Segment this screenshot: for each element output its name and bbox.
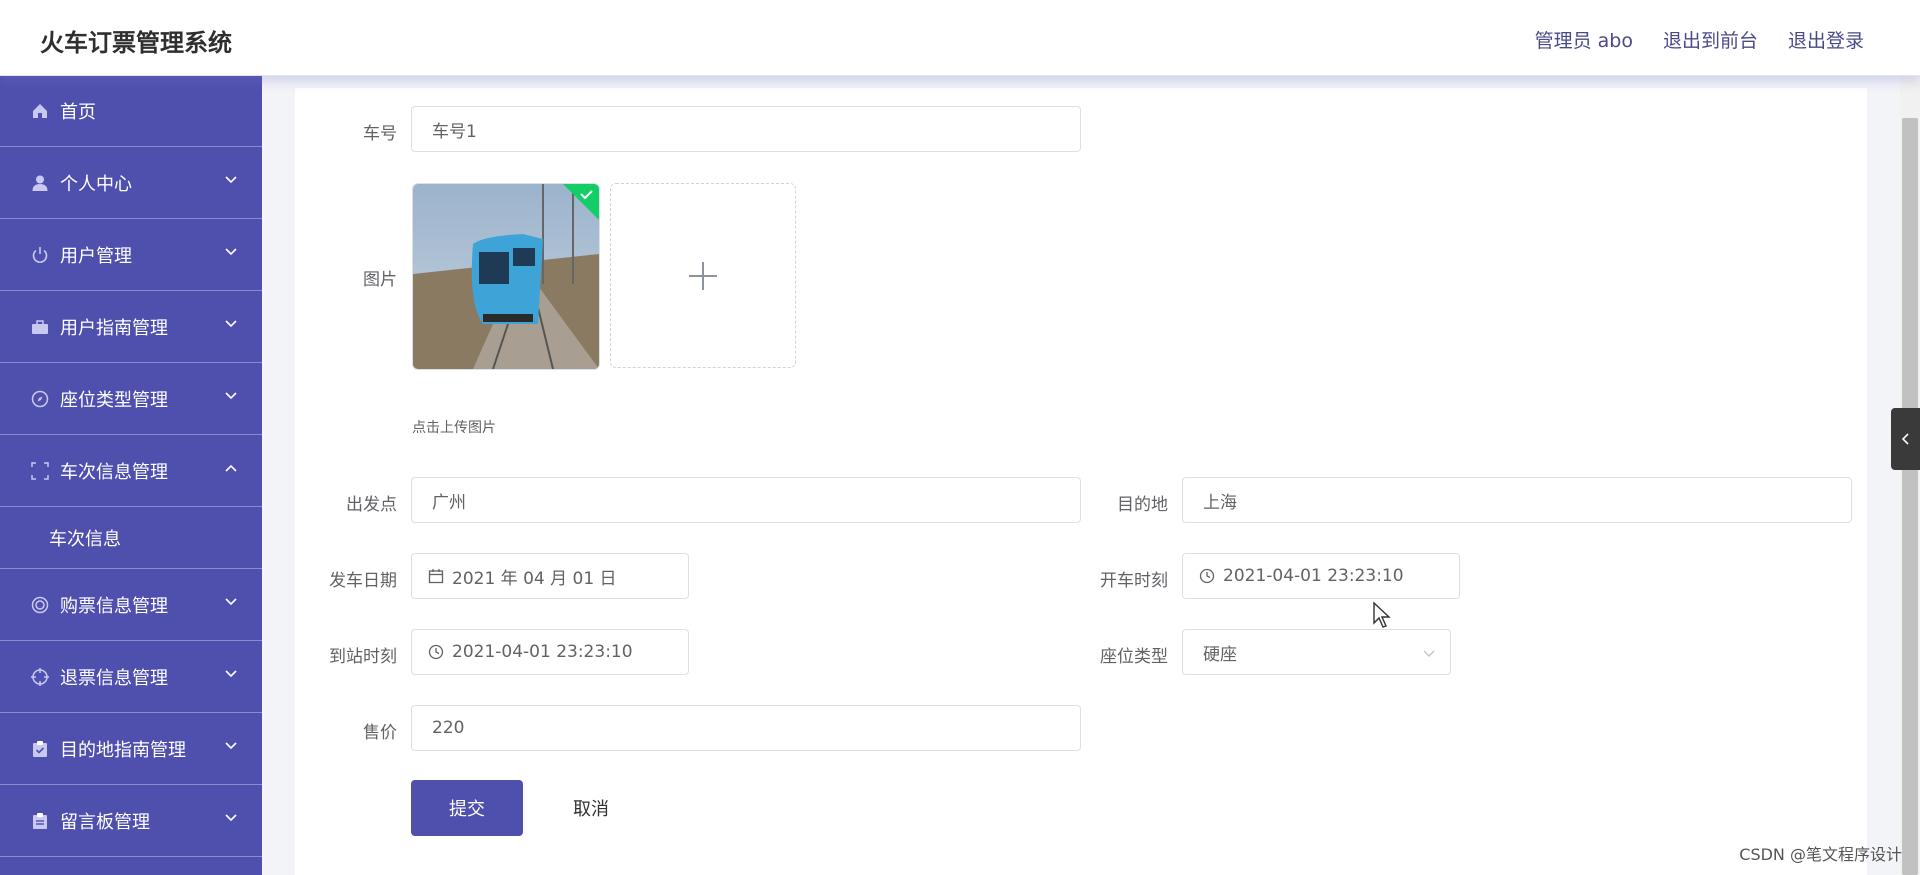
top-header: 火车订票管理系统 管理员 abo 退出到前台 退出登录 [0, 0, 1920, 76]
clock-icon [428, 644, 444, 660]
sidebar-item-ticket-purchase[interactable]: 购票信息管理 [0, 569, 262, 641]
sidebar-item-refund[interactable]: 退票信息管理 [0, 641, 262, 713]
chevron-down-icon [225, 392, 237, 400]
sidebar-item-profile[interactable]: 个人中心 [0, 147, 262, 219]
sidebar-item-user-guide[interactable]: 用户指南管理 [0, 291, 262, 363]
notepad-icon [30, 811, 50, 831]
arrive-time-label: 到站时刻 [329, 647, 397, 667]
logout-link[interactable]: 退出登录 [1788, 26, 1864, 53]
ring-icon [30, 595, 50, 615]
arrive-time-value: 2021-04-01 23:23:10 [452, 642, 633, 662]
user-icon [30, 173, 50, 193]
chevron-down-icon [225, 814, 237, 822]
watermark: CSDN @笔文程序设计 [1739, 845, 1902, 864]
sidebar-item-home[interactable]: 首页 [0, 75, 262, 147]
chevron-down-icon [225, 742, 237, 750]
sidebar-item-label: 首页 [60, 101, 96, 123]
departure-value: 广州 [432, 492, 466, 513]
price-value: 220 [432, 718, 465, 738]
frame-icon [30, 461, 50, 481]
chevron-down-icon [225, 176, 237, 184]
submenu-item-train-info[interactable]: 车次信息 [0, 507, 262, 569]
seat-type-value: 硬座 [1203, 644, 1237, 665]
chevron-down-icon [225, 320, 237, 328]
calendar-icon [428, 568, 444, 584]
sidebar-item-seat-type[interactable]: 座位类型管理 [0, 363, 262, 435]
plus-icon [689, 261, 717, 290]
cancel-button[interactable]: 取消 [545, 780, 637, 836]
clock-icon [1199, 568, 1215, 584]
chevron-down-icon [225, 248, 237, 256]
page-scrollbar-thumb[interactable] [1902, 118, 1918, 875]
image-label: 图片 [363, 270, 397, 290]
departure-input[interactable]: 广州 [411, 477, 1081, 523]
depart-date-value: 2021 年 04 月 01 日 [452, 568, 617, 589]
seat-type-label: 座位类型 [1100, 647, 1168, 667]
price-input[interactable]: 220 [411, 705, 1081, 751]
upload-hint: 点击上传图片 [412, 420, 496, 436]
chevron-left-icon [1901, 433, 1909, 445]
chevron-down-icon [225, 598, 237, 606]
depart-date-label: 发车日期 [329, 571, 397, 591]
app-title: 火车订票管理系统 [40, 29, 232, 57]
departure-label: 出发点 [346, 495, 397, 515]
sidebar-item-users[interactable]: 用户管理 [0, 219, 262, 291]
submit-button[interactable]: 提交 [411, 780, 523, 836]
start-time-picker[interactable]: 2021-04-01 23:23:10 [1182, 553, 1460, 599]
train-no-value: 车号1 [432, 121, 477, 142]
sidebar-item-destination-guide[interactable]: 目的地指南管理 [0, 713, 262, 785]
destination-label: 目的地 [1117, 495, 1168, 515]
chevron-up-icon [225, 464, 237, 472]
sidebar-item-train-info[interactable]: 车次信息管理 [0, 435, 262, 507]
back-to-front-link[interactable]: 退出到前台 [1663, 26, 1758, 53]
train-no-label: 车号 [363, 124, 397, 144]
destination-value: 上海 [1203, 492, 1237, 513]
chevron-down-icon [225, 670, 237, 678]
header-actions: 管理员 abo 退出到前台 退出登录 [1535, 26, 1864, 53]
start-time-label: 开车时刻 [1100, 571, 1168, 591]
side-panel-toggle[interactable] [1891, 408, 1920, 470]
destination-input[interactable]: 上海 [1182, 477, 1852, 523]
arrive-time-picker[interactable]: 2021-04-01 23:23:10 [411, 629, 689, 675]
clipboard-icon [30, 739, 50, 759]
depart-date-picker[interactable]: 2021 年 04 月 01 日 [411, 553, 689, 599]
briefcase-icon [30, 317, 50, 337]
target-icon [30, 667, 50, 687]
uploaded-train-image[interactable] [412, 183, 600, 370]
mouse-cursor-icon [1373, 601, 1391, 628]
power-icon [30, 245, 50, 265]
seat-type-select[interactable]: 硬座 [1182, 629, 1451, 675]
sidebar-item-message-board[interactable]: 留言板管理 [0, 785, 262, 857]
sidebar: 首页 个人中心 用户管理 用户指南管理 座位类型管理 车次信息管理 车次信息 购… [0, 75, 262, 875]
train-no-input[interactable]: 车号1 [411, 106, 1081, 152]
chevron-down-icon [1423, 650, 1435, 657]
upload-add-button[interactable] [610, 183, 796, 368]
admin-label[interactable]: 管理员 abo [1535, 26, 1633, 53]
start-time-value: 2021-04-01 23:23:10 [1223, 566, 1404, 586]
price-label: 售价 [363, 723, 397, 743]
home-icon [30, 101, 50, 121]
compass-icon [30, 389, 50, 409]
